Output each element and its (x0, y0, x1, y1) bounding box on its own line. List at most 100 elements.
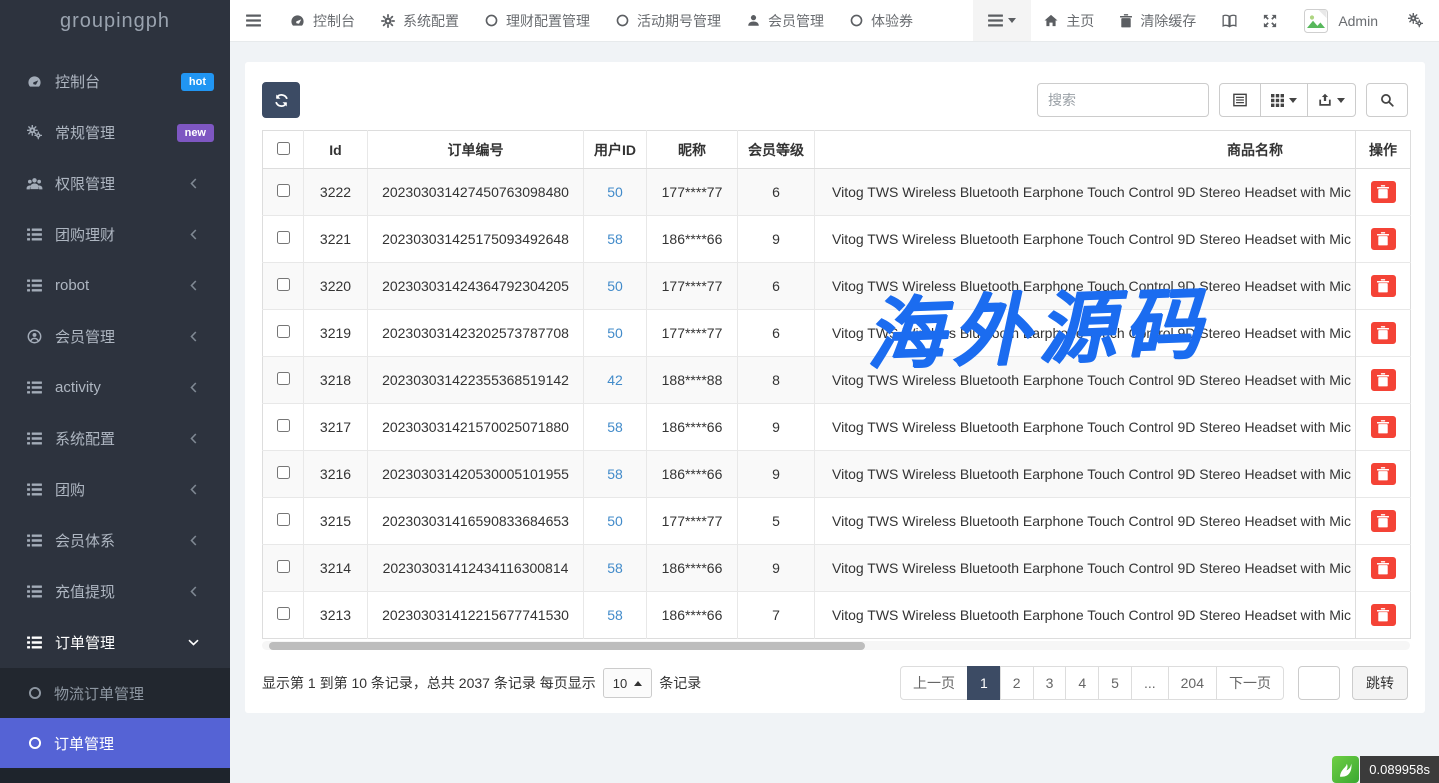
chevron-left-icon (183, 382, 203, 393)
sidebar-item[interactable]: robot (0, 260, 230, 311)
topnav-item[interactable]: 系统配置 (368, 0, 472, 41)
page-button[interactable]: 4 (1065, 666, 1099, 700)
user-settings-button[interactable] (1392, 0, 1439, 41)
row-id: 3222 (304, 169, 368, 216)
sidebar-item[interactable]: 常规管理new (0, 107, 230, 158)
user-id-link[interactable]: 50 (607, 513, 623, 529)
row-checkbox[interactable] (277, 419, 290, 432)
column-header: 昵称 (647, 131, 738, 169)
delete-button[interactable] (1371, 416, 1396, 438)
row-checkbox-cell (263, 592, 304, 639)
select-all-checkbox[interactable] (277, 142, 290, 155)
row-checkbox[interactable] (277, 184, 290, 197)
row-user-id-cell: 58 (584, 592, 647, 639)
username-menu[interactable]: Admin (1336, 0, 1392, 41)
sidebar-item[interactable]: 团购 (0, 464, 230, 515)
topnav-item[interactable]: 活动期号管理 (603, 0, 734, 41)
page-button[interactable]: 2 (1000, 666, 1034, 700)
document-button[interactable] (1209, 0, 1250, 41)
user-id-link[interactable]: 42 (607, 372, 623, 388)
user-avatar[interactable] (1290, 0, 1336, 41)
user-id-link[interactable]: 50 (607, 278, 623, 294)
delete-button[interactable] (1371, 181, 1396, 203)
page-button[interactable]: 3 (1033, 666, 1067, 700)
jump-page-input[interactable] (1298, 666, 1340, 700)
sidebar-item[interactable]: 会员体系 (0, 515, 230, 566)
fullscreen-button[interactable] (1250, 0, 1290, 41)
list-icon (24, 483, 44, 496)
row-checkbox[interactable] (277, 607, 290, 620)
row-level: 5 (738, 498, 815, 545)
user-id-link[interactable]: 58 (607, 466, 623, 482)
page-button[interactable]: ... (1131, 666, 1169, 700)
row-checkbox[interactable] (277, 513, 290, 526)
user-id-link[interactable]: 58 (607, 231, 623, 247)
refresh-icon (274, 93, 289, 108)
delete-button[interactable] (1371, 275, 1396, 297)
sidebar-item-label: 权限管理 (55, 173, 115, 194)
refresh-button[interactable] (262, 82, 300, 118)
row-checkbox[interactable] (277, 325, 290, 338)
table-row: 321620230303142053000510195558186****669… (263, 451, 1411, 498)
row-checkbox[interactable] (277, 231, 290, 244)
delete-button[interactable] (1371, 369, 1396, 391)
delete-button[interactable] (1371, 463, 1396, 485)
delete-button[interactable] (1371, 510, 1396, 532)
page-size-select[interactable]: 10 (603, 668, 652, 698)
sidebar-item[interactable]: 控制台hot (0, 56, 230, 107)
user-id-link[interactable]: 58 (607, 607, 623, 623)
delete-button[interactable] (1371, 228, 1396, 250)
sidebar-item[interactable]: 权限管理 (0, 158, 230, 209)
delete-button[interactable] (1371, 557, 1396, 579)
page-button[interactable]: 上一页 (900, 666, 968, 700)
page-button[interactable]: 5 (1098, 666, 1132, 700)
page-button[interactable]: 204 (1168, 666, 1217, 700)
row-level: 6 (738, 169, 815, 216)
topnav-item[interactable]: 理财配置管理 (472, 0, 603, 41)
delete-button[interactable] (1371, 322, 1396, 344)
clear-cache-button[interactable]: 清除缓存 (1107, 0, 1209, 41)
sidebar-subitem[interactable]: 订单管理 (0, 718, 230, 768)
user-id-link[interactable]: 50 (607, 325, 623, 341)
sidebar-item[interactable]: 团购理财 (0, 209, 230, 260)
row-order-no: 202303031412434116300814 (368, 545, 584, 592)
chevron-left-icon (183, 535, 203, 546)
user-id-link[interactable]: 50 (607, 184, 623, 200)
row-product-name: Vitog TWS Wireless Bluetooth Earphone To… (815, 310, 1356, 357)
sidebar-subitem[interactable]: 物流订单管理 (0, 668, 230, 718)
sidebar-item[interactable]: 订单管理 (0, 617, 230, 668)
sidebar-item[interactable]: activity (0, 362, 230, 413)
sidebar-item[interactable]: 系统配置 (0, 413, 230, 464)
sidebar-toggle-button[interactable] (230, 0, 277, 41)
page-button[interactable]: 1 (967, 666, 1001, 700)
detail-view-button[interactable] (1219, 83, 1261, 117)
sidebar-item[interactable]: 充值提现 (0, 566, 230, 617)
delete-button[interactable] (1371, 604, 1396, 626)
table-toolbar (262, 82, 1408, 118)
home-button[interactable]: 主页 (1031, 0, 1107, 41)
user-gears-icon (1408, 13, 1423, 28)
jump-button[interactable]: 跳转 (1352, 666, 1408, 700)
row-checkbox-cell (263, 498, 304, 545)
user-id-link[interactable]: 58 (607, 560, 623, 576)
search-button[interactable] (1366, 83, 1408, 117)
row-actions-cell (1356, 498, 1411, 545)
topnav-item[interactable]: 会员管理 (734, 0, 837, 41)
columns-grid-icon (1271, 94, 1284, 107)
chevron-left-icon (183, 229, 203, 240)
search-input[interactable] (1037, 83, 1209, 117)
export-button[interactable] (1307, 83, 1356, 117)
sidebar-item[interactable]: 会员管理 (0, 311, 230, 362)
page-button[interactable]: 下一页 (1216, 666, 1284, 700)
row-checkbox[interactable] (277, 560, 290, 573)
columns-button[interactable] (1260, 83, 1308, 117)
row-checkbox[interactable] (277, 372, 290, 385)
topnav-item[interactable]: 控制台 (277, 0, 368, 41)
tabs-dropdown-button[interactable] (973, 0, 1031, 41)
user-id-link[interactable]: 58 (607, 419, 623, 435)
row-checkbox[interactable] (277, 466, 290, 479)
row-checkbox[interactable] (277, 278, 290, 291)
topnav-item[interactable]: 体验券 (837, 0, 926, 41)
scrollbar-thumb[interactable] (269, 642, 865, 650)
detail-view-icon (1233, 93, 1247, 107)
